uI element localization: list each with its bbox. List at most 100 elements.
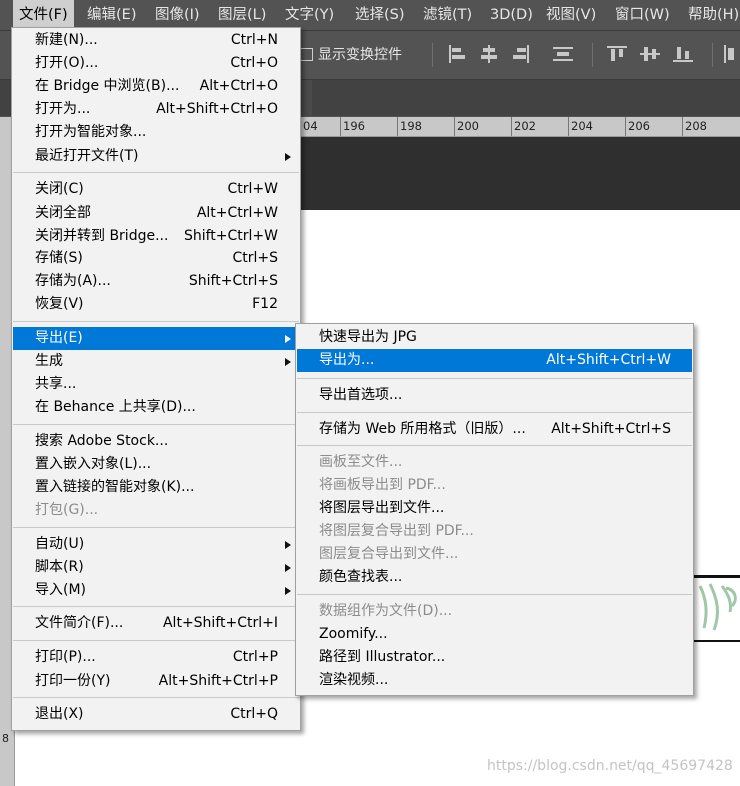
export-menu-item[interactable]: 将图层导出到文件... bbox=[297, 497, 692, 520]
align-right-edges-icon[interactable] bbox=[511, 45, 531, 63]
file-menu-item[interactable]: 打印一份(Y) Alt+Shift+Ctrl+P bbox=[13, 670, 299, 693]
align-bottom-edges-icon[interactable] bbox=[673, 45, 693, 63]
vertical-ruler-label: 8 bbox=[2, 732, 9, 745]
menu-item-shortcut: Alt+Shift+Ctrl+P bbox=[158, 673, 278, 689]
ruler-label: 196 bbox=[343, 119, 365, 133]
menu-item-label: 关闭(C) bbox=[35, 181, 84, 197]
file-menu-item[interactable]: 关闭并转到 Bridge... Shift+Ctrl+W bbox=[13, 225, 299, 248]
file-menu-item[interactable]: 置入链接的智能对象(K)... bbox=[13, 476, 299, 499]
file-menu-item[interactable]: 新建(N)... Ctrl+N bbox=[13, 29, 299, 52]
menu-item-label: 在 Bridge 中浏览(B)... bbox=[35, 78, 180, 94]
export-menu-item[interactable]: 导出首选项... bbox=[297, 384, 692, 407]
menubar-item[interactable]: 3D(D) bbox=[484, 0, 539, 30]
file-menu-item[interactable]: 生成 bbox=[13, 350, 299, 373]
menu-item-label: 打印一份(Y) bbox=[35, 673, 111, 689]
export-menu-item[interactable]: 路径到 Illustrator... bbox=[297, 646, 692, 669]
file-menu-item[interactable]: 打开为智能对象... bbox=[13, 121, 299, 144]
file-menu-item[interactable]: 导出(E) bbox=[13, 327, 299, 350]
export-menu-item[interactable]: 快速导出为 JPG bbox=[297, 326, 692, 349]
menu-item-shortcut: Alt+Ctrl+W bbox=[196, 205, 278, 221]
show-transform-controls-label[interactable]: 显示变换控件 bbox=[318, 44, 402, 64]
menubar-item[interactable]: 帮助(H) bbox=[682, 0, 740, 30]
export-menu-item[interactable]: 存储为 Web 所用格式（旧版）... Alt+Shift+Ctrl+S bbox=[297, 418, 692, 441]
menu-item-label: 导出首选项... bbox=[319, 387, 403, 403]
submenu-arrow-icon bbox=[285, 358, 291, 366]
file-menu-item[interactable]: 关闭全部 Alt+Ctrl+W bbox=[13, 202, 299, 225]
file-menu-item[interactable]: 存储为(A)... Shift+Ctrl+S bbox=[13, 270, 299, 293]
menubar-item[interactable]: 窗口(W) bbox=[609, 0, 676, 30]
menu-item-label: 图层复合导出到文件... bbox=[319, 546, 459, 562]
align-top-edges-icon[interactable] bbox=[607, 45, 627, 63]
menubar-item[interactable]: 文字(Y) bbox=[279, 0, 340, 30]
submenu-arrow-icon bbox=[285, 335, 291, 343]
align-left-icon-partial[interactable] bbox=[722, 45, 740, 63]
align-horizontal-centers-icon[interactable] bbox=[479, 45, 499, 63]
menu-item-label: 生成 bbox=[35, 353, 63, 369]
file-menu-item[interactable]: 存储(S) Ctrl+S bbox=[13, 247, 299, 270]
menu-item-label: 搜索 Adobe Stock... bbox=[35, 433, 169, 449]
file-menu-item[interactable]: 最近打开文件(T) bbox=[13, 145, 299, 168]
file-menu-item[interactable]: 打印(P)... Ctrl+P bbox=[13, 646, 299, 669]
submenu-arrow-icon bbox=[285, 541, 291, 549]
file-menu-item[interactable]: 文件简介(F)... Alt+Shift+Ctrl+I bbox=[13, 612, 299, 635]
menu-item-label: 渲染视频... bbox=[319, 672, 389, 688]
menu-item-label: 导入(M) bbox=[35, 582, 87, 598]
export-menu-item: 将图层复合导出到 PDF... bbox=[297, 520, 692, 543]
file-menu-item[interactable]: 关闭(C) Ctrl+W bbox=[13, 178, 299, 201]
file-menu-item[interactable]: 恢复(V) F12 bbox=[13, 293, 299, 316]
file-menu-item[interactable]: 置入嵌入对象(L)... bbox=[13, 453, 299, 476]
menu-item-label: 关闭并转到 Bridge... bbox=[35, 228, 169, 244]
file-menu-item[interactable]: 共享... bbox=[13, 373, 299, 396]
menubar-item[interactable]: 编辑(E) bbox=[81, 0, 142, 30]
export-menu-item[interactable]: Zoomify... bbox=[297, 623, 692, 646]
file-menu-item[interactable]: 退出(X) Ctrl+Q bbox=[13, 703, 299, 726]
submenu-arrow-icon bbox=[285, 564, 291, 572]
file-menu-item[interactable]: 自动(U) bbox=[13, 533, 299, 556]
menu-item-label: 存储为(A)... bbox=[35, 273, 111, 289]
menu-item-shortcut: Alt+Shift+Ctrl+O bbox=[156, 101, 278, 117]
menu-divider bbox=[13, 527, 299, 528]
menu-item-shortcut: Ctrl+N bbox=[230, 32, 278, 48]
menubar-item[interactable]: 滤镜(T) bbox=[417, 0, 478, 30]
align-left-edges-icon[interactable] bbox=[447, 45, 467, 63]
menubar-item[interactable]: 图层(L) bbox=[212, 0, 272, 30]
menu-divider bbox=[13, 697, 299, 698]
align-vertical-centers-icon[interactable] bbox=[640, 45, 660, 63]
file-menu-item[interactable]: 在 Bridge 中浏览(B)... Alt+Ctrl+O bbox=[13, 75, 299, 98]
menubar-item[interactable]: 视图(V) bbox=[540, 0, 602, 30]
menubar-item[interactable]: 文件(F) bbox=[13, 0, 74, 30]
menu-item-label: 导出(E) bbox=[35, 330, 83, 346]
menu-item-label: 路径到 Illustrator... bbox=[319, 649, 446, 665]
export-menu-item[interactable]: 颜色查找表... bbox=[297, 566, 692, 589]
export-submenu: 快速导出为 JPG 导出为... Alt+Shift+Ctrl+W 导出首选项... 存… bbox=[295, 323, 694, 696]
export-menu-item[interactable]: 渲染视频... bbox=[297, 669, 692, 692]
menu-item-label: 打印(P)... bbox=[35, 649, 96, 665]
menu-divider bbox=[297, 594, 692, 595]
menu-divider bbox=[13, 424, 299, 425]
file-menu: 新建(N)... Ctrl+N 打开(O)... Ctrl+O 在 Bridge 中浏览… bbox=[11, 27, 301, 731]
pasteboard bbox=[300, 137, 740, 210]
file-menu-item[interactable]: 在 Behance 上共享(D)... bbox=[13, 396, 299, 419]
menu-item-label: 颜色查找表... bbox=[319, 569, 403, 585]
watermark-text: https://blog.csdn.net/qq_45697428 bbox=[487, 758, 733, 774]
file-menu-item[interactable]: 打开(O)... Ctrl+O bbox=[13, 52, 299, 75]
menu-divider bbox=[297, 412, 692, 413]
show-transform-controls-checkbox[interactable] bbox=[300, 48, 313, 61]
menubar-item[interactable]: 选择(S) bbox=[349, 0, 411, 30]
menu-item-label: 共享... bbox=[35, 376, 77, 392]
menubar-item[interactable]: 图像(I) bbox=[149, 0, 206, 30]
menu-item-label: 新建(N)... bbox=[35, 32, 98, 48]
file-menu-item[interactable]: 打开为... Alt+Shift+Ctrl+O bbox=[13, 98, 299, 121]
menu-item-label: 将图层复合导出到 PDF... bbox=[319, 523, 474, 539]
distribute-vertical-spacing-icon[interactable] bbox=[553, 45, 573, 63]
file-menu-item[interactable]: 导入(M) bbox=[13, 579, 299, 602]
menu-divider bbox=[13, 172, 299, 173]
file-menu-item[interactable]: 搜索 Adobe Stock... bbox=[13, 430, 299, 453]
menu-item-label: 置入嵌入对象(L)... bbox=[35, 456, 152, 472]
menu-item-shortcut: Alt+Shift+Ctrl+I bbox=[162, 615, 278, 631]
export-menu-item: 画板至文件... bbox=[297, 451, 692, 474]
file-menu-item[interactable]: 脚本(R) bbox=[13, 556, 299, 579]
ruler-label: 200 bbox=[457, 119, 479, 133]
menu-item-shortcut: Ctrl+O bbox=[230, 55, 278, 71]
export-menu-item[interactable]: 导出为... Alt+Shift+Ctrl+W bbox=[297, 349, 692, 372]
